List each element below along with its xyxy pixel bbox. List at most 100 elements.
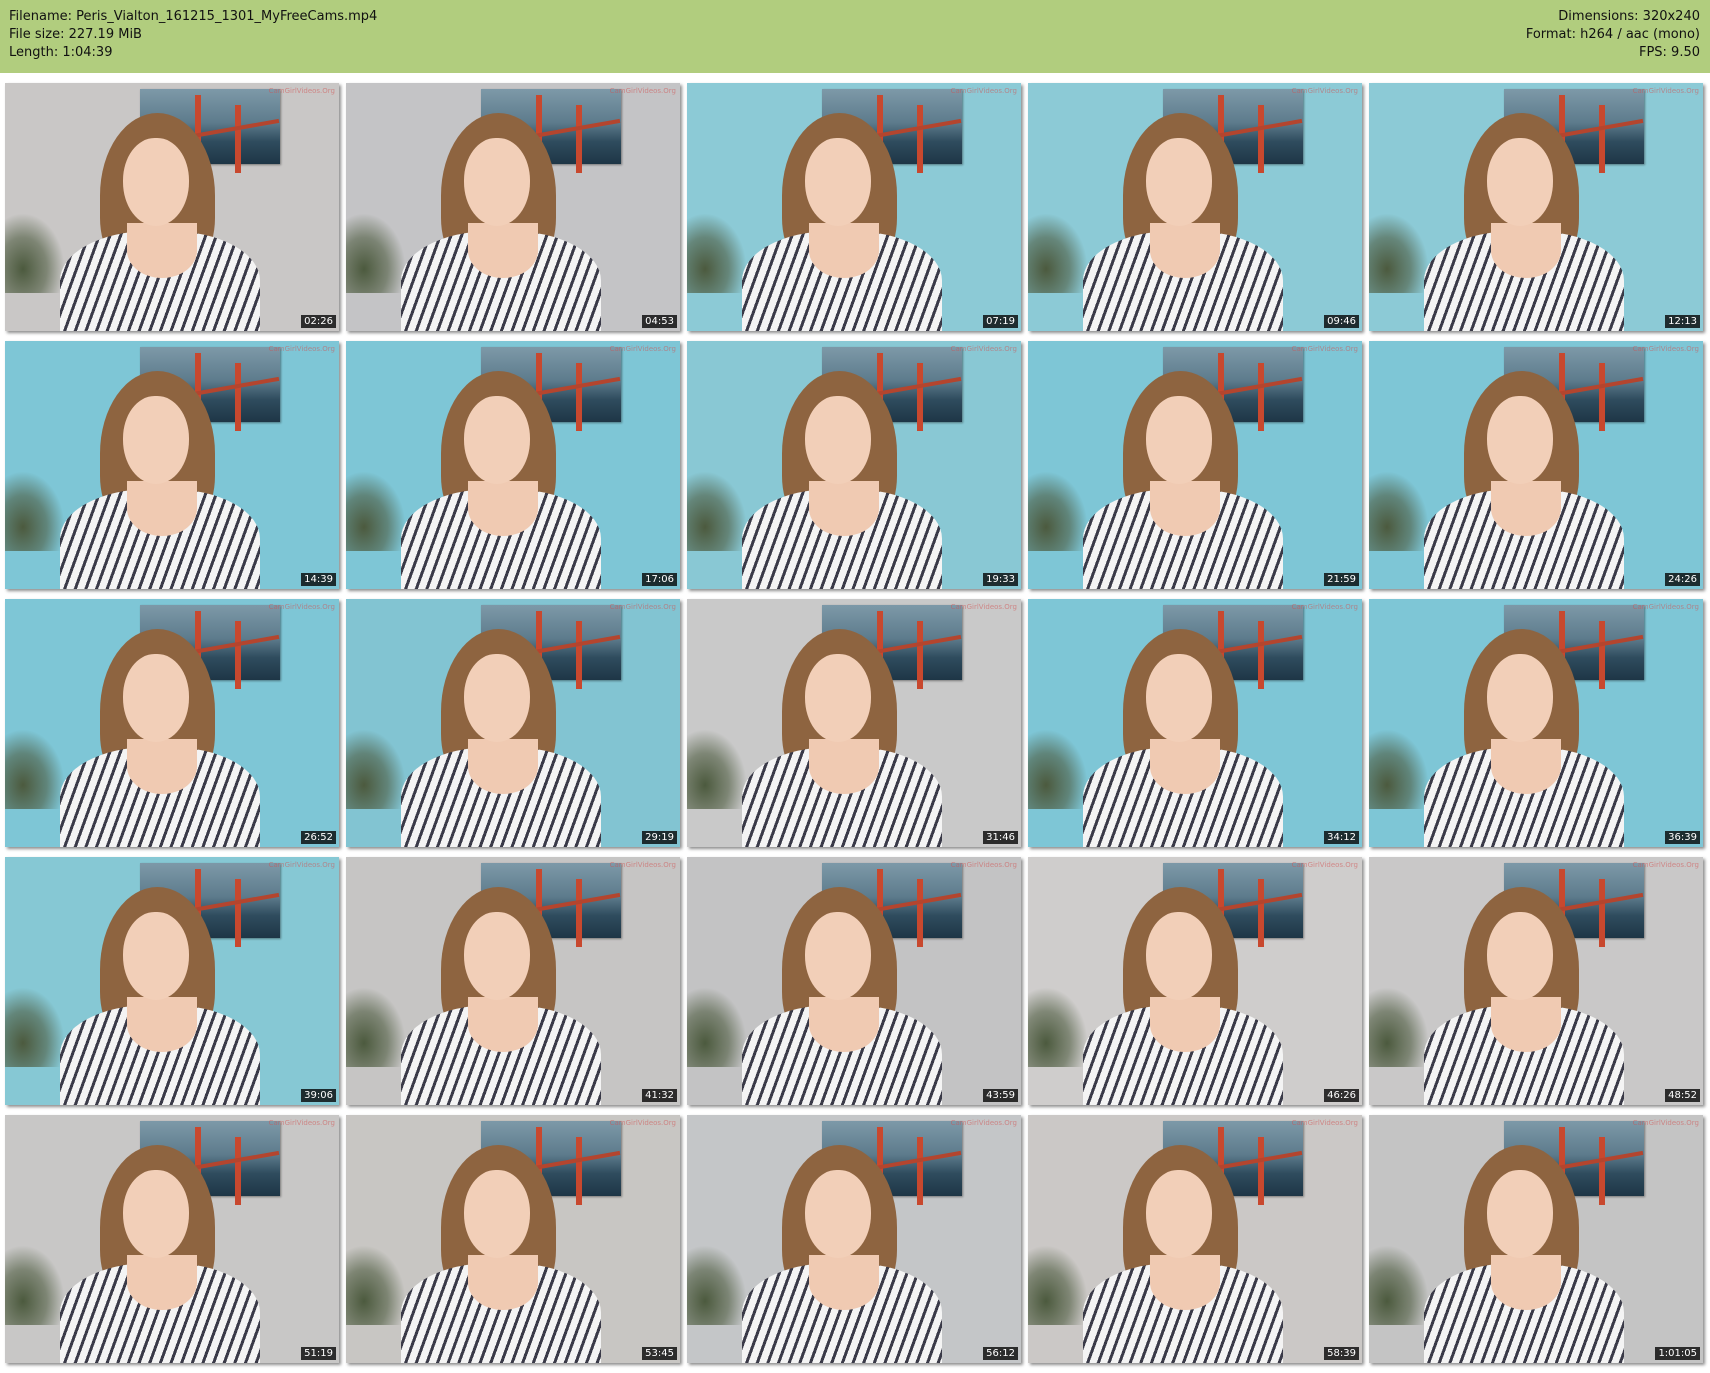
video-thumbnail[interactable]: CamGirlVideos.Org 48:52 [1369,857,1703,1105]
person-face [123,912,189,1000]
person-neck [1491,223,1561,278]
watermark-text: CamGirlVideos.Org [609,87,676,95]
video-thumbnail[interactable]: CamGirlVideos.Org 19:33 [687,341,1021,589]
person-face [464,138,530,226]
person-face [464,1170,530,1258]
plant-decor [1369,213,1429,293]
video-thumbnail[interactable]: CamGirlVideos.Org 53:45 [346,1115,680,1363]
timestamp-label: 26:52 [301,831,336,844]
person-neck [1491,997,1561,1052]
person-neck [1150,997,1220,1052]
plant-decor [5,1245,65,1325]
person-face [805,912,871,1000]
person-face [1146,654,1212,742]
video-thumbnail[interactable]: CamGirlVideos.Org 58:39 [1028,1115,1362,1363]
watermark-text: CamGirlVideos.Org [268,603,335,611]
timestamp-label: 02:26 [301,315,336,328]
video-thumbnail[interactable]: CamGirlVideos.Org 29:19 [346,599,680,847]
video-thumbnail[interactable]: CamGirlVideos.Org 17:06 [346,341,680,589]
watermark-text: CamGirlVideos.Org [609,345,676,353]
stream-info: Dimensions: 320x240 Format: h264 / aac (… [1526,8,1700,62]
video-thumbnail[interactable]: CamGirlVideos.Org 46:26 [1028,857,1362,1105]
timestamp-label: 53:45 [642,1347,677,1360]
video-thumbnail[interactable]: CamGirlVideos.Org 56:12 [687,1115,1021,1363]
person-neck [468,1255,538,1310]
plant-decor [1369,1245,1429,1325]
person-face [1487,396,1553,484]
timestamp-label: 1:01:05 [1655,1347,1700,1360]
watermark-text: CamGirlVideos.Org [609,1119,676,1127]
watermark-text: CamGirlVideos.Org [1291,87,1358,95]
watermark-text: CamGirlVideos.Org [950,87,1017,95]
person-neck [127,739,197,794]
watermark-text: CamGirlVideos.Org [1632,603,1699,611]
fps-label: FPS: 9.50 [1638,45,1700,60]
person-neck [809,997,879,1052]
person-face [1146,912,1212,1000]
timestamp-label: 41:32 [642,1089,677,1102]
plant-decor [1369,987,1429,1067]
person-face [1487,138,1553,226]
person-face [464,654,530,742]
length-label: Length: 1:04:39 [9,45,113,60]
video-thumbnail[interactable]: CamGirlVideos.Org 43:59 [687,857,1021,1105]
video-thumbnail[interactable]: CamGirlVideos.Org 12:13 [1369,83,1703,331]
video-thumbnail[interactable]: CamGirlVideos.Org 41:32 [346,857,680,1105]
person-neck [468,997,538,1052]
timestamp-label: 39:06 [301,1089,336,1102]
timestamp-label: 43:59 [983,1089,1018,1102]
plant-decor [5,471,65,551]
person-neck [1150,481,1220,536]
person-neck [1491,739,1561,794]
video-thumbnail[interactable]: CamGirlVideos.Org 39:06 [5,857,339,1105]
video-thumbnail[interactable]: CamGirlVideos.Org 1:01:05 [1369,1115,1703,1363]
person-face [464,396,530,484]
person-face [1487,654,1553,742]
video-thumbnail[interactable]: CamGirlVideos.Org 09:46 [1028,83,1362,331]
video-thumbnail[interactable]: CamGirlVideos.Org 21:59 [1028,341,1362,589]
dimensions-label: Dimensions: 320x240 [1558,9,1700,24]
person-neck [127,223,197,278]
person-face [123,654,189,742]
person-neck [468,739,538,794]
timestamp-label: 07:19 [983,315,1018,328]
video-thumbnail[interactable]: CamGirlVideos.Org 36:39 [1369,599,1703,847]
person-face [805,654,871,742]
video-thumbnail[interactable]: CamGirlVideos.Org 04:53 [346,83,680,331]
video-thumbnail[interactable]: CamGirlVideos.Org 14:39 [5,341,339,589]
watermark-text: CamGirlVideos.Org [1291,861,1358,869]
video-thumbnail[interactable]: CamGirlVideos.Org 02:26 [5,83,339,331]
watermark-text: CamGirlVideos.Org [268,861,335,869]
video-thumbnail[interactable]: CamGirlVideos.Org 51:19 [5,1115,339,1363]
format-label: Format: h264 / aac (mono) [1525,27,1700,42]
plant-decor [5,213,65,293]
file-info: Filename: Peris_Vialton_161215_1301_MyFr… [9,8,377,62]
video-thumbnail[interactable]: CamGirlVideos.Org 34:12 [1028,599,1362,847]
plant-decor [346,729,406,809]
timestamp-label: 46:26 [1324,1089,1359,1102]
person-face [805,396,871,484]
watermark-text: CamGirlVideos.Org [950,345,1017,353]
person-face [123,1170,189,1258]
watermark-text: CamGirlVideos.Org [1632,1119,1699,1127]
plant-decor [687,471,747,551]
person-neck [127,997,197,1052]
video-thumbnail[interactable]: CamGirlVideos.Org 31:46 [687,599,1021,847]
plant-decor [1369,729,1429,809]
person-neck [468,481,538,536]
video-thumbnail[interactable]: CamGirlVideos.Org 07:19 [687,83,1021,331]
plant-decor [1369,471,1429,551]
person-face [1487,912,1553,1000]
watermark-text: CamGirlVideos.Org [1291,603,1358,611]
plant-decor [1028,729,1088,809]
info-header: Filename: Peris_Vialton_161215_1301_MyFr… [0,0,1710,73]
timestamp-label: 21:59 [1324,573,1359,586]
plant-decor [687,987,747,1067]
plant-decor [1028,471,1088,551]
watermark-text: CamGirlVideos.Org [609,603,676,611]
video-thumbnail[interactable]: CamGirlVideos.Org 26:52 [5,599,339,847]
timestamp-label: 48:52 [1665,1089,1700,1102]
video-thumbnail[interactable]: CamGirlVideos.Org 24:26 [1369,341,1703,589]
watermark-text: CamGirlVideos.Org [1291,1119,1358,1127]
timestamp-label: 14:39 [301,573,336,586]
